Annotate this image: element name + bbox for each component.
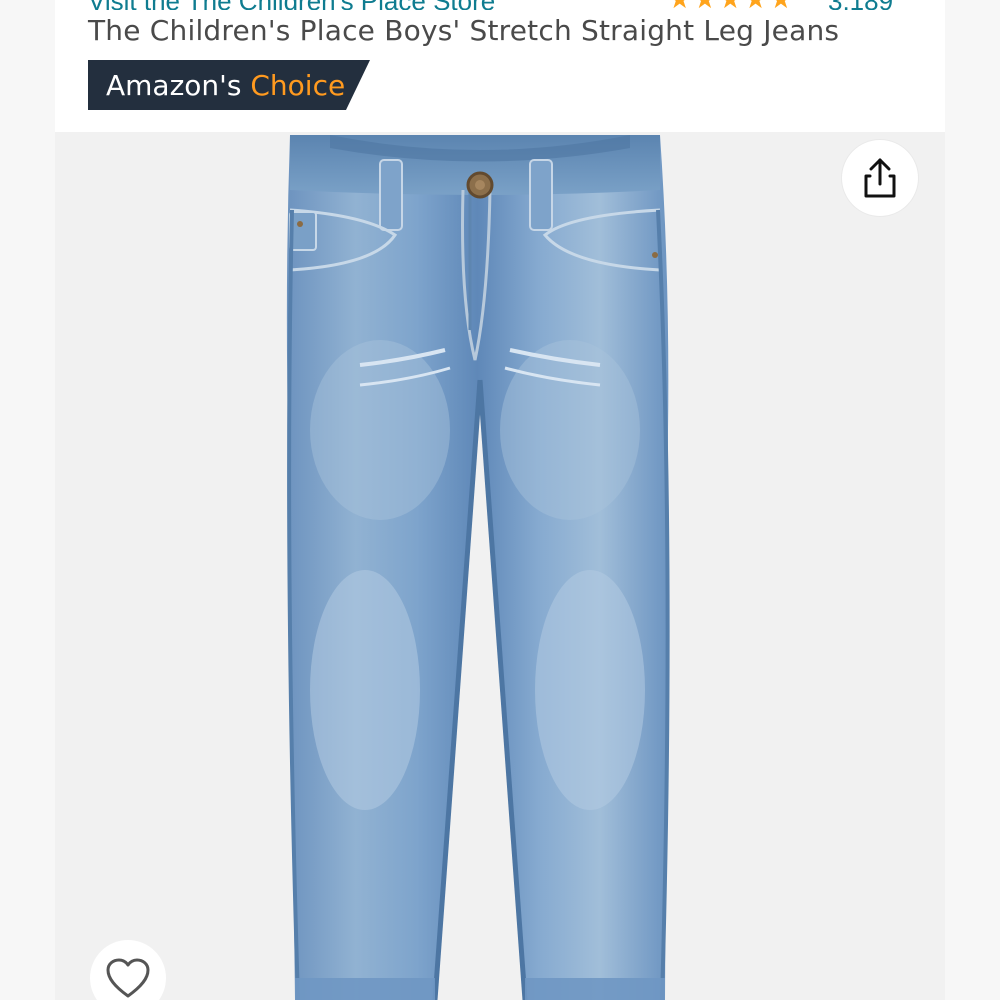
rating-count[interactable]: 3,189 [828,0,893,10]
badge-accent: Choice [250,69,346,102]
heart-icon [106,958,150,998]
badge-label: Amazon's Choice [106,69,345,102]
product-image-jeans[interactable] [270,130,690,1000]
share-icon [864,158,896,198]
product-title: The Children's Place Boys' Stretch Strai… [88,14,840,47]
product-page: Visit the The Children's Place Store ★★★… [0,0,1000,1000]
amazons-choice-badge: Amazon's Choice [88,60,370,110]
store-link[interactable]: Visit the The Children's Place Store [88,0,495,10]
badge-prefix: Amazon's [106,69,242,102]
share-button[interactable] [842,140,918,216]
star-rating[interactable]: ★★★★★ [668,0,795,10]
store-and-rating-row: Visit the The Children's Place Store ★★★… [88,0,948,10]
